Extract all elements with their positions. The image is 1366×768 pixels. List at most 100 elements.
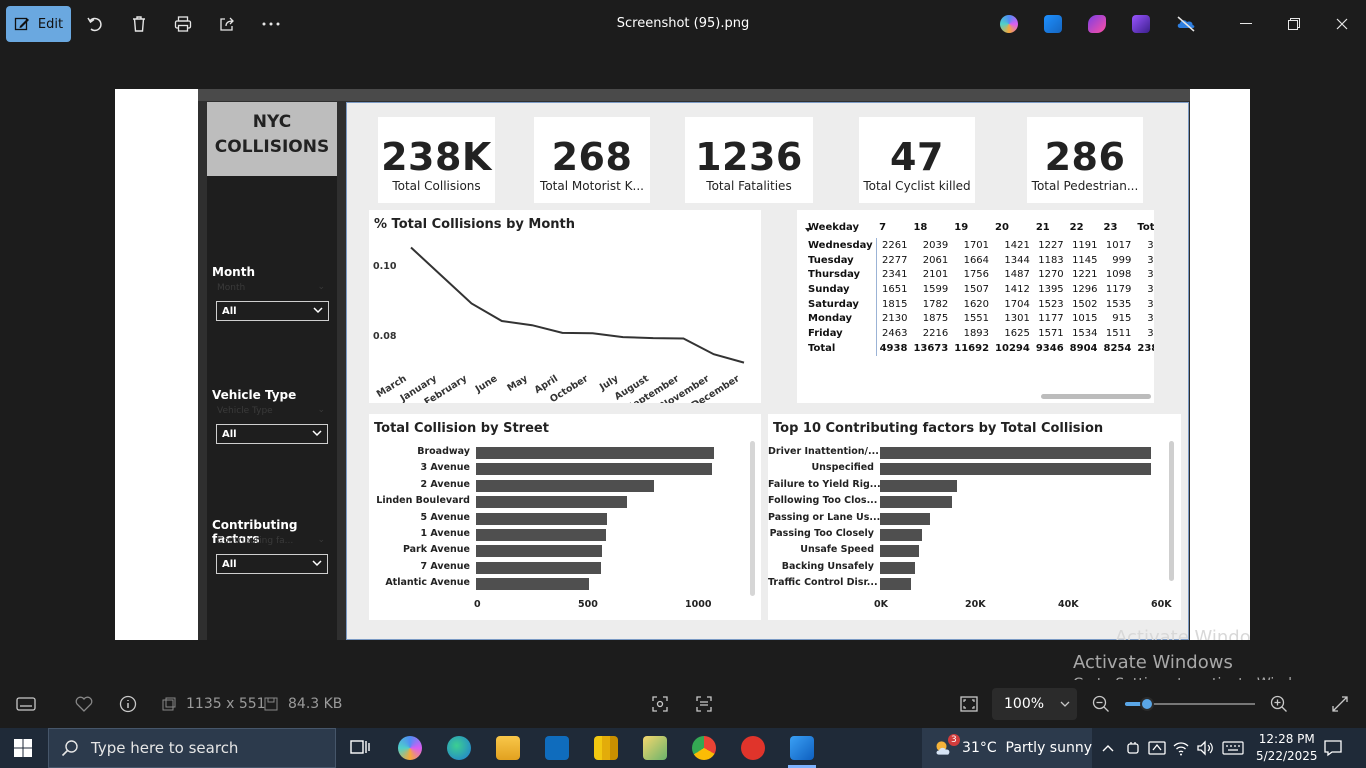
edge-icon[interactable] bbox=[447, 736, 471, 760]
bar[interactable] bbox=[880, 529, 922, 541]
copilot-taskbar-icon[interactable] bbox=[398, 736, 422, 760]
kpi-card-total-motorist-killed[interactable]: 268 Total Motorist K... bbox=[534, 117, 650, 203]
print-icon[interactable] bbox=[171, 12, 195, 36]
matrix-row-header[interactable]: Weekday bbox=[805, 216, 876, 238]
video-editor-icon[interactable] bbox=[1132, 15, 1150, 33]
vehicle-type-slicer[interactable]: All bbox=[216, 424, 328, 444]
matrix-column-header[interactable]: 7 bbox=[876, 216, 910, 238]
restore-icon[interactable] bbox=[1282, 12, 1306, 36]
bar[interactable] bbox=[880, 447, 1151, 459]
matrix-column-header[interactable]: Total bbox=[1134, 216, 1154, 238]
task-view-icon[interactable] bbox=[349, 736, 373, 760]
chevron-up-icon[interactable] bbox=[1100, 740, 1116, 760]
rotate-icon[interactable] bbox=[83, 12, 107, 36]
share-icon[interactable] bbox=[215, 12, 239, 36]
bar[interactable] bbox=[880, 545, 920, 558]
bar[interactable] bbox=[476, 463, 713, 476]
network-warning-icon[interactable] bbox=[1148, 740, 1166, 760]
matrix-row[interactable]: Sunday 1651 1599 1507 1412 1395 1296 1179 31201 bbox=[805, 282, 1154, 297]
matrix-column-header[interactable]: 20 bbox=[992, 216, 1033, 238]
bar-category-label: Atlantic Avenue bbox=[385, 577, 470, 589]
zoom-out-icon[interactable] bbox=[1092, 680, 1110, 728]
scan-text-icon[interactable] bbox=[651, 680, 669, 728]
matrix-row[interactable]: Total4938 13673 11692 10294 9346 8904 8254 2384… bbox=[805, 340, 1154, 356]
minimize-icon[interactable] bbox=[1234, 12, 1258, 36]
matrix-column-header[interactable]: 23 bbox=[1101, 216, 1135, 238]
line-chart-panel[interactable]: % Total Collisions by Month 0.10 0.08 Marc… bbox=[369, 210, 761, 403]
matrix-column-header[interactable]: 19 bbox=[951, 216, 992, 238]
month-slicer[interactable]: All bbox=[216, 301, 329, 321]
street-chart-panel[interactable]: Total Collision by Street Broadway 3 Aven… bbox=[369, 414, 761, 620]
matrix-row[interactable]: Wednesday 2261 2039 1701 1421 1227 1191 1017 340… bbox=[805, 238, 1154, 253]
matrix-row[interactable]: Friday 2463 2216 1893 1625 1571 1534 1511 37496 bbox=[805, 326, 1154, 341]
bar[interactable] bbox=[880, 496, 953, 509]
bar[interactable] bbox=[476, 578, 589, 591]
snipping-tool-icon[interactable] bbox=[643, 736, 667, 760]
copilot-icon[interactable] bbox=[1000, 15, 1018, 33]
windows-start-icon[interactable] bbox=[14, 739, 32, 761]
close-icon[interactable] bbox=[1330, 12, 1354, 36]
favorite-icon[interactable] bbox=[75, 680, 93, 728]
matrix-panel[interactable]: Weekday7181920212223TotalWednesday226120… bbox=[797, 210, 1154, 403]
fullscreen-icon[interactable] bbox=[1332, 680, 1348, 728]
file-explorer-icon[interactable] bbox=[496, 736, 520, 760]
contributing-factors-slicer[interactable]: All bbox=[216, 554, 328, 574]
bar[interactable] bbox=[476, 561, 601, 574]
zoom-slider-thumb[interactable] bbox=[1140, 697, 1154, 711]
bar[interactable] bbox=[880, 578, 911, 591]
bar[interactable] bbox=[476, 479, 655, 492]
bar[interactable] bbox=[476, 545, 602, 558]
matrix-row[interactable]: Thursday 2341 2101 1756 1487 1270 1221 1098 3464… bbox=[805, 267, 1154, 283]
matrix-row[interactable]: Saturday 1815 1782 1620 1704 1523 1502 1535 3403… bbox=[805, 296, 1154, 312]
power-bi-icon[interactable] bbox=[594, 736, 618, 760]
notifications-icon[interactable] bbox=[1324, 739, 1342, 761]
kpi-card-total-collisions[interactable]: 238K Total Collisions bbox=[378, 117, 495, 203]
system-clock[interactable]: 12:28 PM 5/22/2025 bbox=[1256, 731, 1318, 765]
clipchamp-icon[interactable] bbox=[1088, 15, 1106, 33]
line-series[interactable] bbox=[410, 246, 745, 364]
chrome-icon[interactable] bbox=[692, 736, 716, 760]
matrix-row[interactable]: Monday 2130 1875 1551 1301 1177 1015 915 33333 bbox=[805, 311, 1154, 327]
vlc-icon[interactable] bbox=[741, 736, 765, 760]
kpi-card-total-fatalities[interactable]: 1236 Total Fatalities bbox=[685, 117, 813, 203]
visual-search-icon[interactable] bbox=[695, 680, 713, 728]
zoom-dropdown[interactable]: 100% bbox=[992, 688, 1077, 720]
weather-widget[interactable]: 3 31°C Partly sunny bbox=[922, 728, 1092, 768]
kpi-card-total-pedestrian-killed[interactable]: 286 Total Pedestrian... bbox=[1027, 117, 1143, 203]
bar-category-label: Passing or Lane Us... bbox=[768, 511, 881, 523]
photos-icon[interactable] bbox=[790, 736, 814, 760]
bar[interactable] bbox=[880, 463, 1151, 476]
info-icon[interactable] bbox=[119, 680, 137, 728]
matrix-row[interactable]: Tuesday 2277 2061 1664 1344 1183 1145 999 33656 bbox=[805, 252, 1154, 268]
wifi-icon[interactable] bbox=[1172, 740, 1190, 760]
vertical-scrollbar[interactable] bbox=[750, 441, 755, 596]
bar[interactable] bbox=[476, 447, 715, 459]
zoom-slider[interactable] bbox=[1125, 680, 1255, 728]
bar[interactable] bbox=[880, 512, 930, 525]
keyboard-icon[interactable] bbox=[1222, 740, 1244, 760]
bar[interactable] bbox=[880, 561, 915, 574]
matrix-column-header[interactable]: 18 bbox=[910, 216, 951, 238]
more-options-icon[interactable] bbox=[259, 12, 283, 36]
outlook-icon[interactable] bbox=[545, 736, 569, 760]
matrix-column-header[interactable]: 21 bbox=[1033, 216, 1067, 238]
vertical-scrollbar[interactable] bbox=[1169, 441, 1174, 581]
filmstrip-icon[interactable] bbox=[16, 680, 36, 728]
bar[interactable] bbox=[476, 529, 607, 541]
horizontal-scrollbar[interactable] bbox=[1041, 394, 1151, 399]
taskbar-search-box[interactable]: Type here to search bbox=[48, 728, 336, 768]
zoom-in-icon[interactable] bbox=[1270, 680, 1288, 728]
bar[interactable] bbox=[476, 512, 608, 525]
meet-now-icon[interactable] bbox=[1125, 740, 1141, 760]
fit-to-window-icon[interactable] bbox=[960, 680, 978, 728]
delete-icon[interactable] bbox=[127, 12, 151, 36]
designer-icon[interactable] bbox=[1044, 15, 1062, 33]
bar[interactable] bbox=[880, 479, 957, 492]
kpi-card-total-cyclist-killed[interactable]: 47 Total Cyclist killed bbox=[859, 117, 975, 203]
factors-chart-panel[interactable]: Top 10 Contributing factors by Total Col… bbox=[768, 414, 1181, 620]
onedrive-off-icon[interactable] bbox=[1176, 15, 1195, 33]
matrix-column-header[interactable]: 22 bbox=[1067, 216, 1101, 238]
volume-icon[interactable] bbox=[1196, 740, 1214, 760]
edit-button[interactable]: Edit bbox=[6, 6, 71, 42]
bar[interactable] bbox=[476, 496, 627, 509]
